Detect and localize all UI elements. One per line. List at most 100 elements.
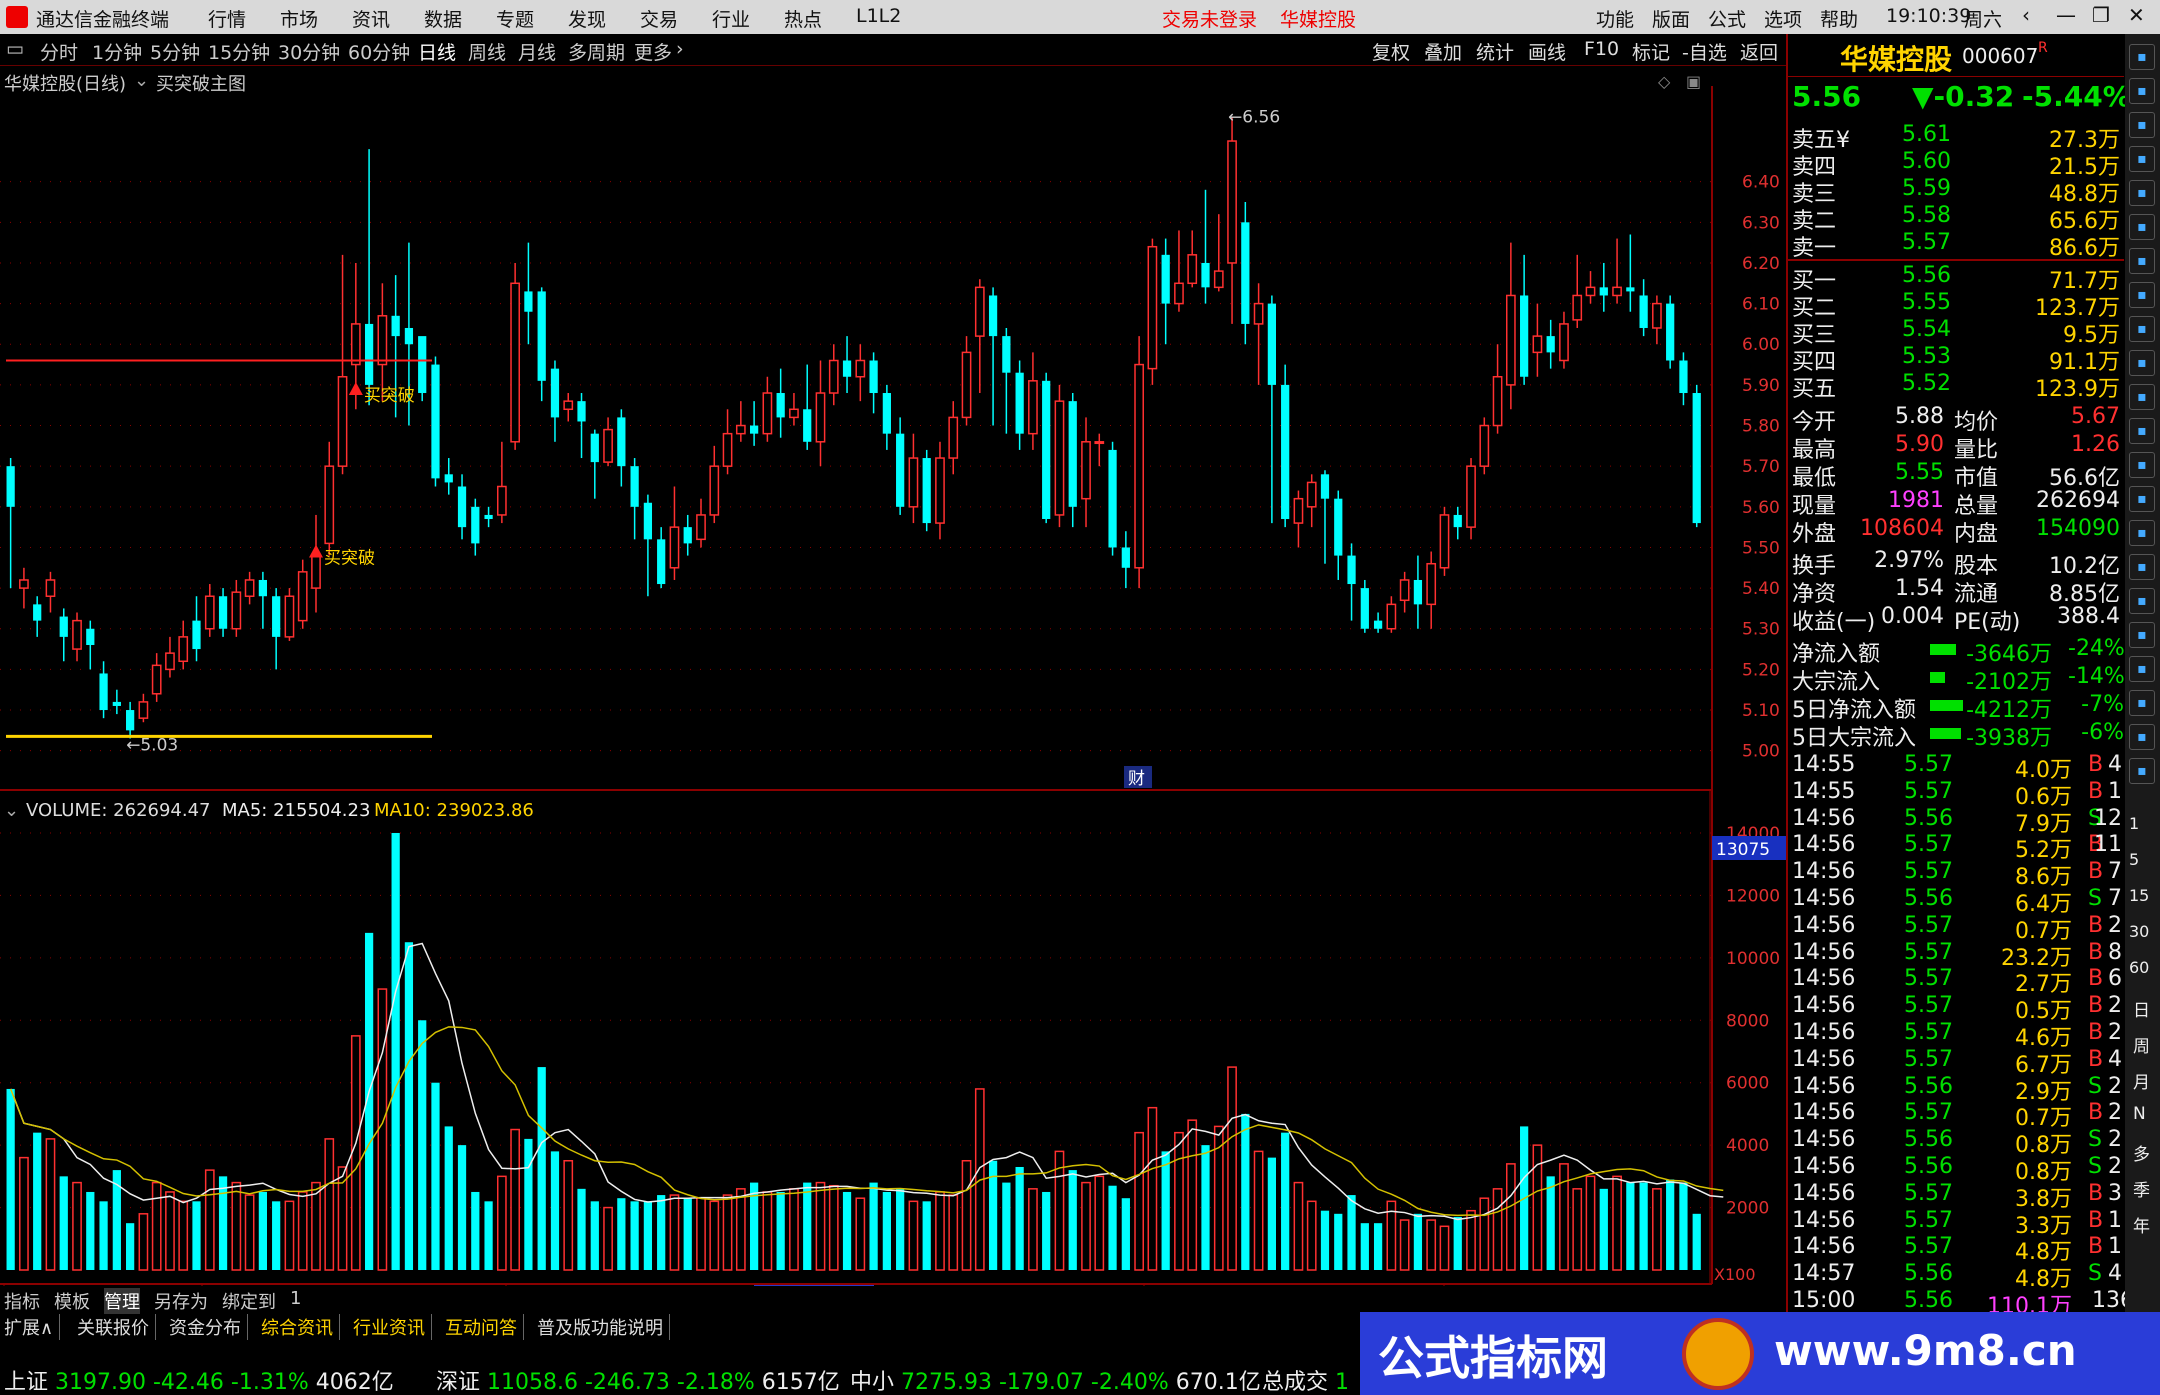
indicator-tab[interactable]: 指标 [4, 1288, 40, 1314]
menu-item[interactable]: 行业 [712, 5, 750, 32]
ask-price: 5.58 [1902, 203, 1951, 228]
f5-icon[interactable]: ▪ [2129, 690, 2155, 716]
period-shortcut[interactable]: 5 [2129, 850, 2139, 869]
line-chart-icon[interactable]: ▪ [2129, 214, 2155, 240]
info-tab[interactable]: 扩展∧ [4, 1314, 61, 1340]
grid-icon[interactable]: ▪ [2129, 180, 2155, 206]
menu-item[interactable]: 专题 [496, 5, 534, 32]
index-item[interactable]: 总成交 1 [1262, 1364, 1349, 1395]
period-tab[interactable]: 多周期 [568, 38, 625, 65]
menu-item[interactable]: 行情 [208, 5, 246, 32]
info-tab[interactable]: 资金分布 [169, 1314, 248, 1340]
period-tab[interactable]: 分时 [40, 38, 78, 65]
info-tab[interactable]: 综合资讯 [261, 1314, 340, 1340]
period-tab[interactable]: 周线 [468, 38, 506, 65]
menu-item[interactable]: 版面 [1652, 5, 1690, 32]
toolbar-button[interactable]: 复权 [1372, 38, 1410, 65]
period-shortcut[interactable]: 月 [2133, 1068, 2150, 1093]
arrow-up-icon[interactable]: ▪ [2129, 78, 2155, 104]
period-tab[interactable]: 月线 [518, 38, 556, 65]
toolbar-button[interactable]: 标记 [1632, 38, 1670, 65]
layout-icon[interactable]: ▭ [6, 38, 24, 60]
alert-icon[interactable]: ▪ [2129, 588, 2155, 614]
candle-body-up [1466, 465, 1476, 528]
toolbar-button[interactable]: F10 [1584, 38, 1619, 60]
back-icon[interactable]: ‹ [2022, 3, 2030, 27]
menu-item[interactable]: 功能 [1596, 5, 1634, 32]
circle-icon[interactable]: ▪ [2129, 486, 2155, 512]
chart-icon[interactable]: ▪ [2129, 520, 2155, 546]
f2-icon[interactable]: ▪ [2129, 418, 2155, 444]
menu-item[interactable]: 公式 [1708, 5, 1746, 32]
period-shortcut[interactable]: 日 [2133, 996, 2150, 1021]
f10-icon[interactable]: ▪ [2129, 384, 2155, 410]
list-icon[interactable]: ▪ [2129, 350, 2155, 376]
toolbar-button[interactable]: -自选 [1682, 38, 1727, 65]
info-tab[interactable]: 普及版功能说明 [537, 1314, 670, 1340]
period-tab-active[interactable]: 日线 [418, 38, 456, 65]
menu-item[interactable]: 热点 [784, 5, 822, 32]
info-tab[interactable]: 行业资讯 [353, 1314, 432, 1340]
period-shortcut[interactable]: 15 [2129, 886, 2149, 905]
toolbar-button[interactable]: 返回 [1740, 38, 1778, 65]
news-marker-label[interactable]: 财 [1128, 769, 1145, 789]
arrow-down-icon[interactable]: ▪ [2129, 112, 2155, 138]
toolbar-button[interactable]: 叠加 [1424, 38, 1462, 65]
index-item[interactable]: 上证 3197.90 -42.46 -1.31% 4062亿 [4, 1364, 394, 1395]
period-shortcut[interactable]: 多 [2133, 1140, 2150, 1165]
close-icon[interactable]: ✕ [2128, 3, 2145, 27]
user-icon[interactable]: ▪ [2129, 44, 2155, 70]
indicator-tab[interactable]: 1 [290, 1288, 301, 1309]
bar-chart-icon[interactable]: ▪ [2129, 248, 2155, 274]
volume-collapse-icon[interactable]: ⌄ [4, 800, 19, 821]
indicator-tab[interactable]: 管理 [104, 1288, 140, 1314]
info-tab[interactable]: 关联报价 [77, 1314, 156, 1340]
volume-bar-down [1161, 1151, 1170, 1270]
refresh-icon[interactable]: ▪ [2129, 758, 2155, 784]
period-shortcut[interactable]: 周 [2133, 1032, 2150, 1057]
search-icon[interactable]: ▪ [2129, 452, 2155, 478]
index-item[interactable]: 中小 7275.93 -179.07 -2.40% 670.1亿 [850, 1364, 1261, 1395]
period-shortcut[interactable]: 年 [2133, 1212, 2150, 1237]
trade-status-link[interactable]: 交易未登录 [1162, 5, 1257, 32]
chart-icon[interactable]: ▪ [2129, 146, 2155, 172]
period-tab[interactable]: 5分钟 [150, 38, 200, 65]
indicator-tab[interactable]: 模板 [54, 1288, 90, 1314]
menu-item[interactable]: 帮助 [1820, 5, 1858, 32]
fund-icon[interactable]: ▪ [2129, 316, 2155, 342]
period-tab-more[interactable]: 更多 [634, 38, 672, 65]
chevron-right-icon[interactable]: › [676, 38, 684, 60]
minimize-icon[interactable]: — [2056, 3, 2076, 27]
info-tab[interactable]: 互动问答 [445, 1314, 524, 1340]
period-shortcut[interactable]: 季 [2133, 1176, 2150, 1201]
indicator-tab[interactable]: 绑定到 [222, 1288, 276, 1314]
menu-item[interactable]: 选项 [1764, 5, 1802, 32]
period-shortcut[interactable]: N [2133, 1104, 2146, 1124]
period-shortcut[interactable]: 60 [2129, 958, 2149, 977]
list-icon[interactable]: ▪ [2129, 282, 2155, 308]
period-tab[interactable]: 1分钟 [92, 38, 142, 65]
menu-item[interactable]: 数据 [424, 5, 462, 32]
menu-item[interactable]: 交易 [640, 5, 678, 32]
menu-item[interactable]: 市场 [280, 5, 318, 32]
target-icon[interactable]: ▪ [2129, 622, 2155, 648]
indicator-tab[interactable]: 另存为 [154, 1288, 208, 1314]
pen-icon[interactable]: ▪ [2129, 656, 2155, 682]
chart-area[interactable]: 华媒控股(日线) ⌄ 买突破主图 ◇ ▣ 6.40 6.30 6.20 6.10 6.0… [0, 66, 1786, 1286]
period-tab[interactable]: 30分钟 [278, 38, 340, 65]
rsi-icon[interactable]: ▪ [2129, 554, 2155, 580]
period-tab[interactable]: 15分钟 [208, 38, 270, 65]
toolbar-button[interactable]: 画线 [1528, 38, 1566, 65]
toolbar-button[interactable]: 统计 [1476, 38, 1514, 65]
index-item[interactable]: 深证 11058.6 -246.73 -2.18% 6157亿 [436, 1364, 840, 1395]
tv-icon[interactable]: ▪ [2129, 724, 2155, 750]
restore-icon[interactable]: ❐ [2092, 3, 2110, 27]
period-tab[interactable]: 60分钟 [348, 38, 410, 65]
menu-item[interactable]: 资讯 [352, 5, 390, 32]
menu-item[interactable]: L1L2 [856, 5, 901, 27]
candlestick-chart[interactable]: 6.40 6.30 6.20 6.10 6.00 5.90 5.80 5.70 5.60 5.50… [0, 66, 1786, 1286]
menu-item[interactable]: 发现 [568, 5, 606, 32]
period-shortcut[interactable]: 1 [2129, 814, 2139, 833]
volume-bar-down [1546, 1176, 1555, 1270]
period-shortcut[interactable]: 30 [2129, 922, 2149, 941]
